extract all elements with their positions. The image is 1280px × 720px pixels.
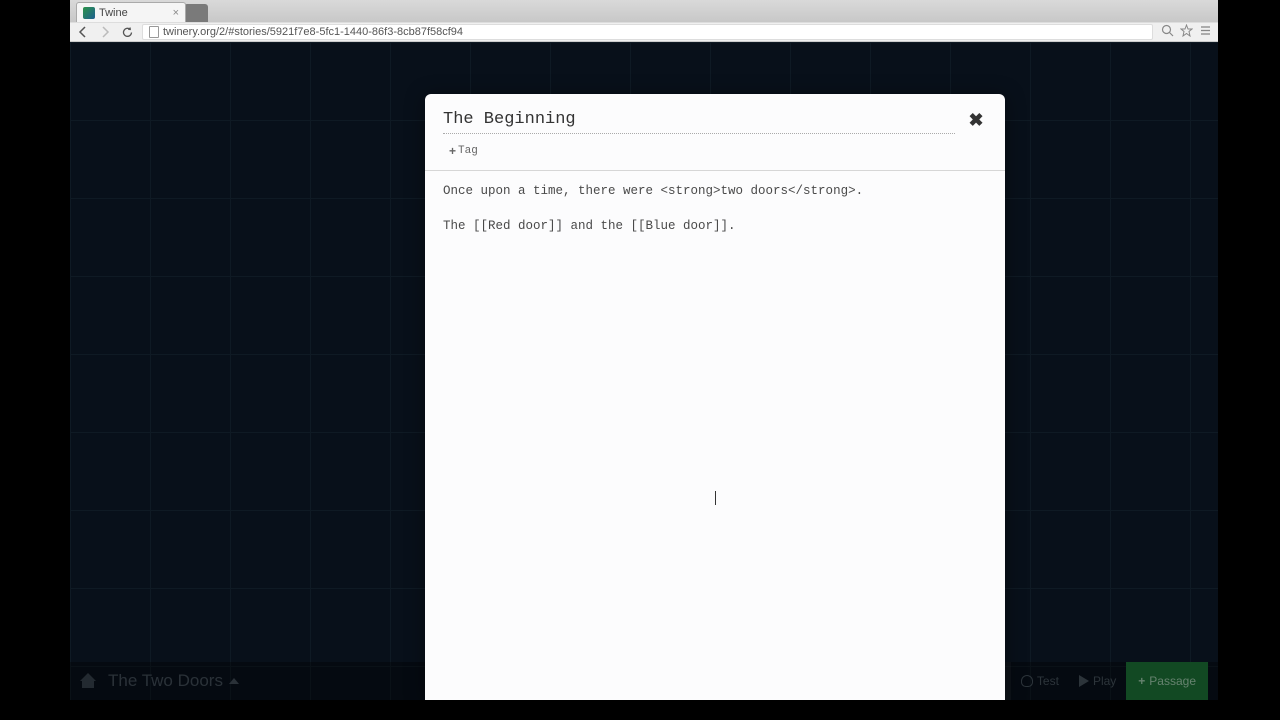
url-text: twinery.org/2/#stories/5921f7e8-5fc1-144… bbox=[163, 26, 463, 38]
passage-body-editor[interactable]: Once upon a time, there were <strong>two… bbox=[425, 171, 1005, 700]
menu-icon[interactable] bbox=[1199, 24, 1212, 40]
play-button[interactable]: Play bbox=[1069, 662, 1126, 700]
browser-tab[interactable]: Twine × bbox=[76, 2, 186, 22]
story-title[interactable]: The Two Doors bbox=[108, 671, 223, 691]
editor-content: Once upon a time, there were <strong>two… bbox=[443, 184, 863, 233]
play-icon bbox=[1079, 675, 1089, 687]
page-icon bbox=[149, 26, 159, 38]
reload-button[interactable] bbox=[120, 25, 134, 39]
browser-tab-strip: Twine × bbox=[70, 0, 1218, 22]
passage-editor-modal: ✖ + Tag Once upon a time, there were <st… bbox=[425, 94, 1005, 700]
back-button[interactable] bbox=[76, 25, 90, 39]
play-label: Play bbox=[1093, 674, 1116, 688]
close-modal-button[interactable]: ✖ bbox=[965, 110, 987, 132]
browser-toolbar: twinery.org/2/#stories/5921f7e8-5fc1-144… bbox=[70, 22, 1218, 42]
zoom-icon[interactable] bbox=[1161, 24, 1174, 40]
bookmark-star-icon[interactable] bbox=[1180, 24, 1193, 40]
tab-close-icon[interactable]: × bbox=[173, 7, 179, 19]
story-menu-caret-icon[interactable] bbox=[229, 678, 239, 684]
favicon-icon bbox=[83, 7, 95, 19]
plus-icon: + bbox=[1138, 674, 1145, 688]
toolbar-right bbox=[1161, 24, 1212, 40]
add-tag-button[interactable]: + Tag bbox=[449, 144, 478, 158]
address-bar[interactable]: twinery.org/2/#stories/5921f7e8-5fc1-144… bbox=[142, 24, 1153, 40]
test-label: Test bbox=[1037, 674, 1059, 688]
tab-title: Twine bbox=[99, 7, 128, 19]
modal-header: ✖ + Tag bbox=[425, 94, 1005, 170]
text-cursor bbox=[715, 491, 716, 505]
test-button[interactable]: Test bbox=[1011, 662, 1069, 700]
bug-icon bbox=[1021, 675, 1033, 687]
add-passage-button[interactable]: + Passage bbox=[1126, 662, 1208, 700]
browser-window: Twine × twinery.org/2/#stories/5921f7e8-… bbox=[70, 0, 1218, 700]
twine-app: The Two Doors Test Play bbox=[70, 42, 1218, 700]
plus-icon: + bbox=[449, 144, 456, 158]
new-tab-button[interactable] bbox=[184, 4, 208, 22]
tag-label: Tag bbox=[458, 145, 478, 157]
forward-button[interactable] bbox=[98, 25, 112, 39]
home-icon[interactable] bbox=[80, 674, 96, 688]
passage-title-input[interactable] bbox=[443, 108, 955, 134]
add-passage-label: Passage bbox=[1149, 674, 1196, 688]
